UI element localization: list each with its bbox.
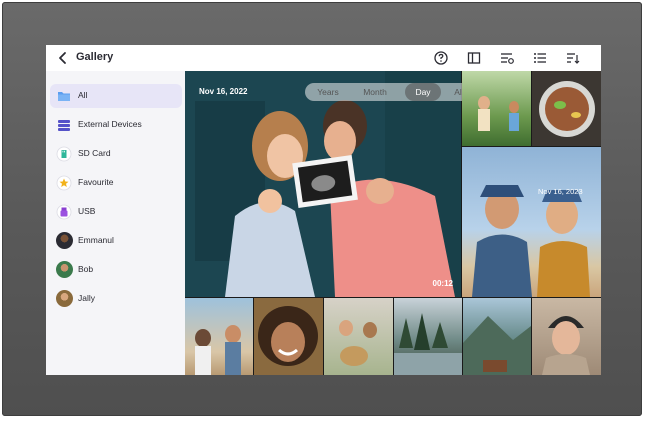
couple-photo [185, 71, 461, 297]
back-arrow-icon[interactable] [56, 51, 70, 65]
sidebar-item-label: Emmanul [78, 235, 114, 245]
sidebar-item-emmanul[interactable]: Emmanul [50, 229, 182, 253]
sidebar-item-label: SD Card [78, 148, 111, 158]
friends-photo [185, 298, 253, 375]
star-icon [56, 175, 72, 191]
filter-day[interactable]: Day [405, 83, 441, 101]
sd-card-icon [56, 146, 72, 162]
family-park-photo [462, 71, 531, 146]
avatar [56, 261, 73, 278]
lake-forest-photo [394, 298, 462, 375]
sidebar-item-label: External Devices [78, 119, 142, 129]
photo-date-label: Nov 16, 2022 [199, 87, 247, 96]
photo-tile[interactable] [463, 298, 531, 375]
photo-tile[interactable] [462, 71, 531, 146]
sidebar-item-bob[interactable]: Bob [50, 258, 182, 282]
photo-tile[interactable] [324, 298, 393, 375]
video-duration-label: 00:12 [433, 279, 453, 288]
family-dog-photo [324, 298, 393, 375]
smiling-girl-photo [254, 298, 323, 375]
sidebar-item-external-devices[interactable]: External Devices [50, 113, 182, 137]
usb-icon [56, 204, 72, 220]
sort-icon[interactable] [565, 50, 581, 66]
sidebar-item-all[interactable]: All [50, 84, 182, 108]
layout-icon[interactable] [466, 50, 482, 66]
list-view-icon[interactable] [532, 50, 548, 66]
view-filter: Years Month Day All [305, 83, 477, 101]
sidebar-item-label: Bob [78, 264, 93, 274]
photo-tile[interactable] [394, 298, 462, 375]
help-icon[interactable] [433, 50, 449, 66]
sidebar-item-label: Jally [78, 293, 95, 303]
photo-tile[interactable]: Nov 16, 2023 [462, 147, 601, 297]
slideshow-settings-icon[interactable] [499, 50, 515, 66]
photo-tile[interactable] [185, 298, 253, 375]
folder-icon [56, 88, 72, 104]
screen: Gallery [46, 45, 601, 375]
sidebar-item-label: All [78, 90, 87, 100]
sidebar-item-usb[interactable]: USB [50, 200, 182, 224]
avatar [56, 290, 73, 307]
avatar [56, 232, 73, 249]
mountain-cabin-photo [463, 298, 531, 375]
woman-beanie-photo [532, 298, 601, 375]
sidebar-item-label: Favourite [78, 177, 113, 187]
food-plate-photo [532, 71, 601, 146]
photo-tile[interactable] [254, 298, 323, 375]
sidebar-item-sd-card[interactable]: SD Card [50, 142, 182, 166]
photo-tile[interactable] [532, 71, 601, 146]
featured-video-tile[interactable]: Nov 16, 2022 00:12 [185, 71, 461, 297]
beach-couple-photo [462, 147, 601, 297]
photo-date-label: Nov 16, 2023 [538, 187, 583, 196]
photo-grid: Nov 16, 2022 00:12 Years Month Day All [185, 71, 601, 375]
sidebar: All External Devices SD Card [46, 71, 186, 375]
photo-tile[interactable] [532, 298, 601, 375]
sidebar-item-favourite[interactable]: Favourite [50, 171, 182, 195]
filter-years[interactable]: Years [309, 83, 347, 101]
photo-frame-bezel: Gallery [2, 2, 642, 416]
top-bar: Gallery [46, 45, 601, 72]
filter-month[interactable]: Month [353, 83, 397, 101]
sidebar-item-label: USB [78, 206, 95, 216]
page-title: Gallery [76, 51, 113, 63]
sidebar-item-jally[interactable]: Jally [50, 287, 182, 311]
storage-icon [56, 117, 72, 133]
